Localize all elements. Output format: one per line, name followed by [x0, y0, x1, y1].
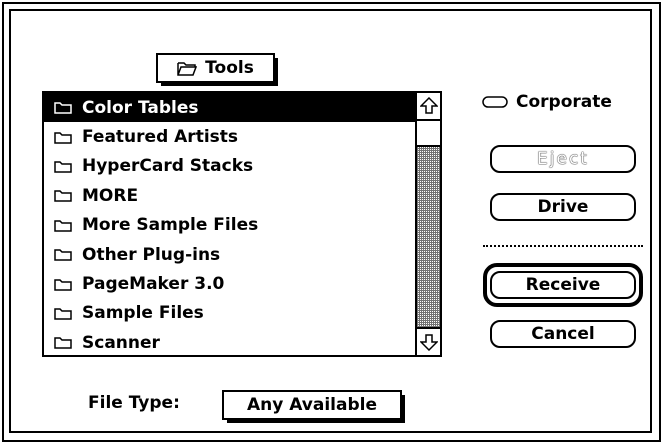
folder-icon [54, 337, 72, 350]
scroll-track[interactable] [417, 147, 440, 327]
scroll-down-arrow[interactable] [417, 327, 440, 355]
list-item-label: Color Tables [82, 97, 199, 118]
folder-icon [54, 220, 72, 232]
folder-icon [54, 131, 72, 144]
eject-button[interactable]: Eject [490, 145, 636, 173]
list-item-label: HyperCard Stacks [82, 156, 254, 177]
volume-indicator: Corporate [482, 92, 612, 112]
folder-icon [54, 249, 72, 261]
drive-button[interactable]: Drive [490, 193, 636, 221]
list-item-label: MORE [82, 185, 139, 206]
scroll-up-arrow[interactable] [417, 93, 440, 119]
folder-icon [54, 102, 72, 114]
folder-icon [54, 161, 72, 173]
disk-icon [482, 96, 508, 108]
file-type-popup[interactable]: Any Available [222, 390, 405, 423]
folder-icon [54, 190, 72, 203]
list-item[interactable]: More Sample Files [44, 211, 416, 240]
file-type-value: Any Available [246, 395, 377, 415]
list-item-label: Other Plug-ins [82, 244, 221, 265]
separator [483, 245, 643, 247]
cancel-button[interactable]: Cancel [490, 320, 636, 348]
drive-button-label: Drive [537, 197, 589, 217]
open-folder-icon [177, 62, 198, 76]
list-item[interactable]: Color Tables [44, 93, 416, 123]
list-item[interactable]: PageMaker 3.0 [44, 269, 416, 298]
list-item-label: Sample Files [82, 303, 204, 324]
folder-icon [54, 278, 72, 291]
file-list-rows: Color Tables Featured Artists HyperCard St… [44, 93, 416, 355]
list-item[interactable]: Scanner [44, 328, 416, 355]
current-folder-popup[interactable]: Tools [156, 53, 278, 86]
list-item[interactable]: MORE [44, 181, 416, 210]
volume-label: Corporate [516, 92, 612, 112]
list-item[interactable]: Featured Artists [44, 122, 416, 151]
list-item[interactable]: Sample Files [44, 299, 416, 328]
folder-icon [54, 308, 72, 320]
arrow-up-icon [419, 97, 438, 114]
file-type-label: File Type: [88, 393, 180, 413]
list-item[interactable]: HyperCard Stacks [44, 152, 416, 181]
receive-button[interactable]: Receive [490, 271, 636, 299]
list-item[interactable]: Other Plug-ins [44, 240, 416, 269]
eject-button-label: Eject [537, 149, 589, 169]
current-folder-label: Tools [205, 58, 254, 78]
list-item-label: More Sample Files [82, 215, 259, 236]
receive-button-label: Receive [525, 275, 601, 295]
scroll-thumb[interactable] [417, 119, 440, 147]
list-item-label: Featured Artists [82, 127, 239, 148]
list-item-label: Scanner [82, 332, 160, 353]
arrow-down-icon [419, 334, 438, 351]
file-list[interactable]: Color Tables Featured Artists HyperCard St… [42, 91, 442, 357]
scrollbar[interactable] [415, 93, 440, 355]
cancel-button-label: Cancel [531, 324, 595, 344]
list-item-label: PageMaker 3.0 [82, 274, 225, 295]
